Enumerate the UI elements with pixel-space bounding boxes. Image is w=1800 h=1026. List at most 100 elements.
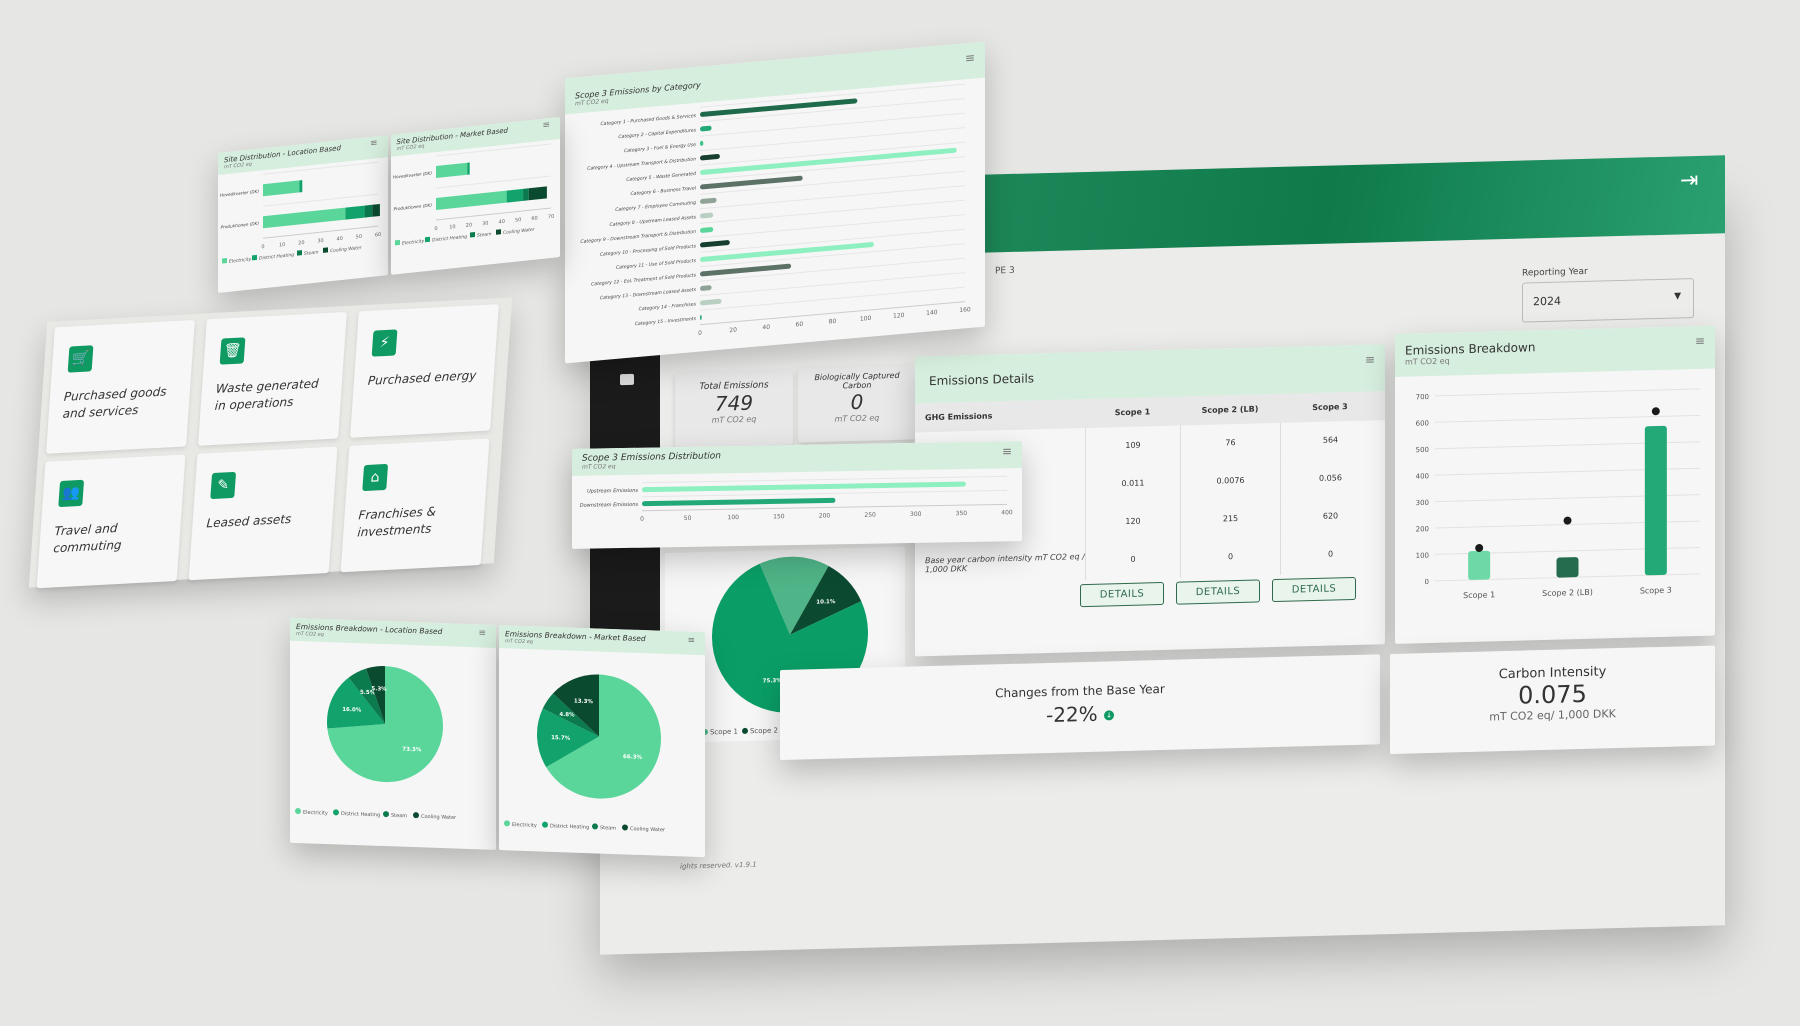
legend-marker (383, 811, 389, 818)
x-tick-label: Scope 1 (1463, 590, 1495, 600)
base-year-change-card: Changes from the Base Year -22% ↓ (780, 654, 1380, 761)
bar (1556, 557, 1579, 578)
legend-label: Steam (304, 249, 319, 257)
logout-icon[interactable]: ⇥ (1680, 168, 1698, 193)
legend-swatch (323, 247, 328, 253)
tile-label: Purchased goods and services (62, 384, 168, 421)
menu-icon[interactable]: ≡ (687, 636, 695, 646)
details-button-scope1[interactable]: DETAILS (1080, 581, 1164, 608)
menu-icon[interactable]: ≡ (370, 138, 378, 149)
x-tick-label: 70 (547, 214, 553, 221)
x-tick-label: 160 (959, 306, 971, 314)
menu-icon[interactable]: ≡ (478, 628, 486, 638)
details-button-scope2[interactable]: DETAILS (1176, 579, 1260, 605)
briefcase-icon[interactable] (620, 373, 634, 386)
legend-label: Electricity (229, 256, 252, 264)
bar (700, 298, 722, 306)
x-tick-label: 300 (910, 511, 922, 518)
table-cell: 120 (1085, 501, 1180, 543)
data-label: 15.7% (551, 735, 571, 742)
row-label: Base year carbon intensity mT CO2 eq / 1… (925, 552, 1085, 575)
category-tile[interactable]: ✎ Leased assets (188, 446, 338, 581)
base-year-marker (1651, 407, 1660, 416)
category-tile[interactable]: ⚡ Purchased energy (350, 304, 499, 438)
tile-label: Waste generated in operations (214, 376, 320, 413)
legend-swatch (252, 254, 257, 261)
pie-mkt-chart: 66.3% 15.7% 4.8% 13.3% Electricity District H… (504, 674, 666, 833)
x-tick-label: 40 (336, 236, 342, 243)
x-tick-label: 250 (864, 512, 876, 519)
bar (700, 154, 720, 161)
emissions-breakdown-card: Emissions Breakdown mT CO2 eq ≡ 0 100 200 300… (1395, 325, 1715, 644)
legend-label: Scope 1 (710, 728, 738, 737)
data-label: 13.3% (574, 699, 594, 706)
x-tick-label: 60 (531, 215, 537, 222)
x-tick-label: 200 (819, 512, 831, 519)
menu-icon[interactable]: ≡ (965, 51, 975, 66)
bar (700, 285, 712, 291)
bio-carbon-card: Biologically Captured Carbon 0 mT CO2 eq (798, 364, 916, 443)
x-tick-label: 0 (261, 244, 264, 250)
bar (700, 197, 717, 204)
table-cell: 0 (1180, 536, 1280, 578)
legend-marker (413, 812, 419, 819)
table-cell: 0.056 (1280, 458, 1380, 499)
bar-segment (466, 162, 470, 175)
site-market-card: Site Distribution - Market Based mT CO2 e… (390, 117, 560, 275)
reporting-year-select[interactable]: 2024 ▼ (1522, 278, 1694, 323)
category-label: Category 12 - EoL Treatment of Sold Prod… (591, 272, 697, 287)
legend-swatch (297, 250, 302, 256)
reporting-year-label: Reporting Year (1522, 266, 1588, 279)
bar (700, 240, 730, 248)
x-tick-label: 120 (893, 312, 905, 320)
category-label: Category 2 - Capital Expenditures (618, 127, 696, 140)
menu-icon[interactable]: ≡ (1695, 334, 1705, 348)
x-tick-label: 140 (926, 309, 938, 317)
total-emissions-value: 749 (714, 390, 754, 416)
x-tick-label: 0 (434, 226, 437, 232)
table-cell: 0 (1085, 539, 1180, 581)
legend-swatch (222, 258, 227, 264)
data-label: 5.3% (371, 686, 387, 693)
gridline (700, 272, 965, 297)
legend-label: Steam (600, 825, 616, 832)
bar-segment (263, 180, 300, 197)
bar (700, 125, 712, 132)
category-tile[interactable]: 👥 Travel and commuting (36, 454, 186, 589)
data-label: 10.1% (816, 599, 836, 606)
data-label: 16.0% (342, 707, 362, 714)
details-button-scope3[interactable]: DETAILS (1272, 576, 1356, 603)
col-scope2: Scope 2 (LB) (1201, 404, 1259, 415)
category-label: Hovedkvarter (DK) (392, 171, 432, 180)
category-label: Produktionen (DK) (393, 203, 432, 212)
category-label: Category 4 - Upstream Transport & Distri… (587, 156, 696, 172)
y-tick-label: 600 (1416, 419, 1429, 427)
y-tick-label: 700 (1416, 393, 1429, 401)
bio-carbon-unit: mT CO2 eq (834, 413, 880, 424)
data-label: 4.8% (559, 712, 575, 719)
table-cell: 0.0076 (1180, 460, 1280, 502)
category-tile[interactable]: 🗑 Waste generated in operations (198, 311, 347, 446)
bar (700, 227, 714, 233)
category-label: Upstream Emissions (587, 488, 638, 495)
site-loc-chart: Hovedkvarter (DK) Produktionen (DK) 0 10 20 3… (220, 161, 381, 265)
x-tick-label: 60 (796, 321, 804, 329)
tab-scope3[interactable]: PE 3 (995, 266, 1015, 277)
x-tick-label: 30 (482, 221, 488, 228)
table-cell: 109 (1085, 425, 1180, 467)
x-tick-label: Scope 3 (1640, 586, 1672, 596)
menu-icon[interactable]: ≡ (1002, 444, 1012, 458)
site-distribution-group: Site Distribution - Location Based mT CO2… (218, 117, 560, 293)
pie-location-card: Emissions Breakdown - Location Based mT C… (290, 617, 496, 850)
menu-icon[interactable]: ≡ (1365, 352, 1375, 366)
scope3-distribution-card: Scope 3 Emissions Distribution mT CO2 eq ≡… (572, 441, 1022, 549)
legend-label: Cooling Water (630, 826, 666, 833)
category-tile[interactable]: ⌂ Franchises & investments (340, 438, 490, 573)
bar-segment (522, 188, 529, 201)
y-tick-label: 200 (1416, 525, 1429, 533)
category-tile[interactable]: 🛒 Purchased goods and services (46, 319, 195, 454)
y-tick-label: 300 (1416, 499, 1429, 507)
gridline (700, 112, 965, 137)
menu-icon[interactable]: ≡ (542, 120, 550, 131)
caret-down-icon: ▼ (1674, 291, 1681, 302)
